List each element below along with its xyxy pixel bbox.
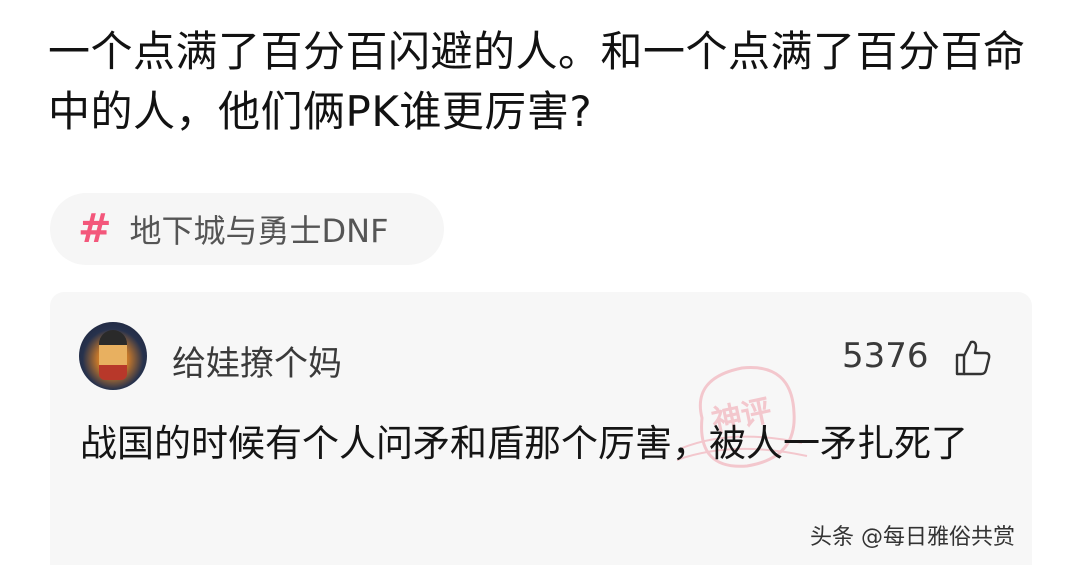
watermark: 头条 @每日雅俗共赏 (810, 525, 1015, 550)
hashtag-icon: # (78, 206, 112, 252)
avatar-figure (99, 330, 127, 380)
comment-username[interactable]: 给娃撩个妈 (172, 336, 342, 385)
comment-text: 战国的时候有个人问矛和盾那个厉害，被人一矛扎死了 (80, 422, 968, 465)
question-title: 一个点满了百分百闪避的人。和一个点满了百分百命中的人，他们俩PK谁更厉害? (48, 27, 1026, 136)
topic-label: 地下城与勇士DNF (129, 212, 389, 250)
avatar[interactable] (79, 322, 147, 390)
thumbs-up-icon[interactable] (954, 339, 992, 377)
topic-tag[interactable]: # 地下城与勇士DNF (50, 193, 444, 265)
like-count: 5376 (842, 336, 929, 376)
